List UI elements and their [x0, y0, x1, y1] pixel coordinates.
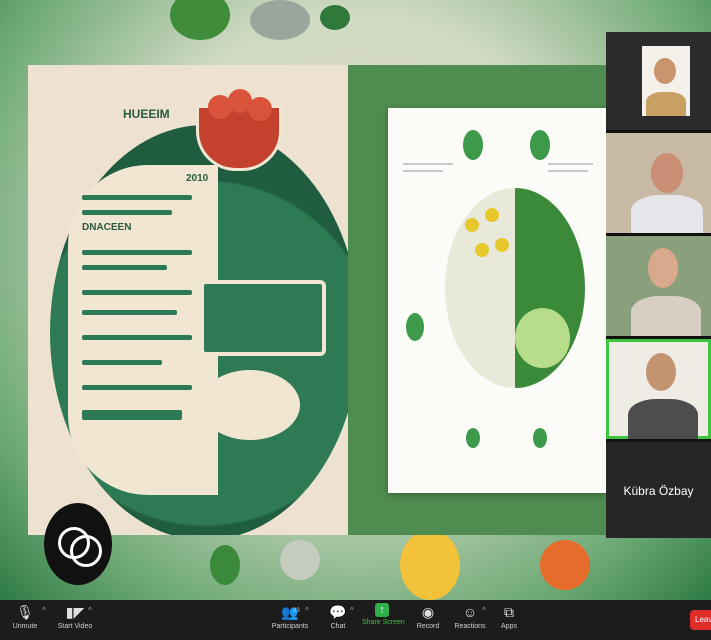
lunch-box — [200, 280, 326, 356]
sheet-heading: HUEEIM — [123, 107, 170, 121]
participant-name: Kübra Özbay — [623, 484, 694, 498]
participants-options-caret[interactable]: ^ — [305, 606, 309, 615]
background-vegetable — [280, 540, 320, 580]
participant-face — [648, 248, 678, 288]
chat-button[interactable]: 💬 Chat — [326, 603, 350, 630]
participant-body — [628, 399, 698, 439]
poster-text-line — [548, 163, 593, 165]
share-screen-button[interactable]: ↑ Share Screen — [362, 603, 405, 626]
participant-body — [631, 195, 703, 233]
background-vegetable — [400, 530, 460, 600]
participant-video-tile[interactable] — [606, 236, 711, 336]
participants-label: Participants — [271, 623, 309, 630]
apps-button[interactable]: ⧉ Apps — [498, 603, 520, 630]
record-label: Record — [416, 623, 440, 630]
poster-green-circle — [463, 130, 483, 160]
background-vegetable — [540, 540, 590, 590]
record-button[interactable]: ◉ Record — [414, 603, 442, 630]
sandwich — [200, 370, 300, 440]
shared-screen: HUEEIM 2010 DNACEEN — [0, 0, 711, 600]
microphone-muted-icon: 🎙 — [16, 604, 34, 620]
reactions-options-caret[interactable]: ^ — [482, 606, 486, 615]
sheet-line — [82, 410, 182, 420]
background-vegetable — [320, 5, 350, 30]
poster-green-circle — [466, 428, 480, 448]
participant-body — [631, 296, 701, 336]
record-icon: ◉ — [421, 604, 435, 620]
participant-face — [651, 153, 683, 193]
reactions-label: Reactions — [454, 623, 486, 630]
sheet-line — [82, 210, 172, 215]
meeting-toolbar: 🎙 Unmute ^ ▮◤ Start Video ^ 👥 Participan… — [0, 600, 711, 640]
share-screen-icon: ↑ — [375, 603, 389, 617]
chat-label: Chat — [330, 623, 346, 630]
nutrition-poster — [388, 108, 606, 493]
background-vegetable — [170, 0, 230, 40]
leave-button[interactable]: Leave — [690, 610, 711, 630]
poster-green-circle — [406, 313, 424, 341]
sheet-line — [82, 195, 192, 200]
participant-video-tile[interactable] — [606, 32, 711, 130]
background-vegetable — [210, 545, 240, 585]
tomato — [248, 97, 272, 121]
start-video-label: Start Video — [57, 623, 93, 630]
sheet-line — [82, 335, 192, 340]
apps-icon: ⧉ — [504, 604, 514, 620]
unmute-button[interactable]: 🎙 Unmute — [10, 603, 40, 630]
nutrition-sheet: HUEEIM 2010 DNACEEN — [68, 107, 218, 495]
poster-text-line — [403, 170, 443, 172]
participant-face — [654, 58, 676, 84]
sheet-line — [82, 385, 192, 390]
poster-plate — [445, 188, 585, 388]
presenter-logo — [44, 503, 112, 585]
poster-green-circle — [533, 428, 547, 448]
participants-strip: Kübra Özbay — [606, 32, 711, 538]
participant-video-tile-active[interactable] — [606, 339, 711, 439]
sheet-number: 2010 — [186, 173, 209, 184]
chat-options-caret[interactable]: ^ — [350, 606, 354, 615]
sheet-line — [82, 265, 167, 270]
chat-icon: 💬 — [329, 604, 347, 620]
background-vegetable — [250, 0, 310, 40]
poster-text-line — [403, 163, 453, 165]
left-slide-illustration: HUEEIM 2010 DNACEEN — [28, 65, 348, 535]
participants-count: 33 — [293, 608, 300, 614]
participant-body — [646, 92, 686, 116]
sheet-line — [82, 250, 192, 255]
participant-face — [646, 353, 676, 391]
audio-options-caret[interactable]: ^ — [42, 606, 46, 615]
share-screen-label: Share Screen — [362, 619, 405, 626]
sheet-subheading: DNACEEN — [82, 222, 132, 233]
participant-video-tile[interactable] — [606, 133, 711, 233]
apps-label: Apps — [501, 623, 517, 630]
poster-green-circle — [530, 130, 550, 160]
sheet-line — [82, 290, 192, 295]
sheet-line — [82, 310, 177, 315]
video-options-caret[interactable]: ^ — [88, 606, 92, 615]
participant-name-tile[interactable]: Kübra Özbay — [606, 442, 711, 538]
sheet-line — [82, 360, 162, 365]
poster-text-line — [548, 170, 588, 172]
unmute-label: Unmute — [12, 623, 38, 630]
